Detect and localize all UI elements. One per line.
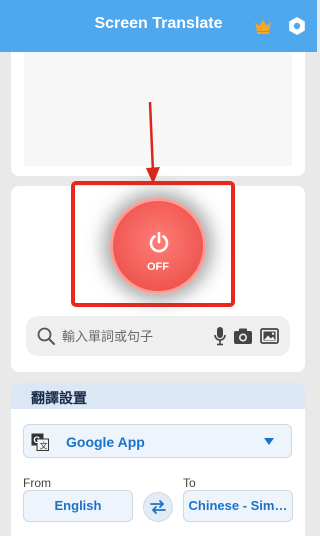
search-input[interactable] bbox=[62, 316, 230, 356]
crown-icon[interactable] bbox=[253, 17, 273, 35]
to-label: To bbox=[183, 476, 196, 490]
target-language-button[interactable]: Chinese - Sim… bbox=[183, 490, 293, 522]
power-icon bbox=[149, 231, 169, 253]
camera-icon[interactable] bbox=[233, 327, 253, 345]
settings-title: 翻譯設置 bbox=[31, 390, 87, 406]
chevron-down-icon bbox=[264, 438, 274, 445]
search-icon bbox=[37, 327, 55, 345]
swap-languages-button[interactable] bbox=[143, 492, 173, 522]
source-language-button[interactable]: English bbox=[23, 490, 133, 522]
annotation-arrow bbox=[146, 101, 160, 184]
settings-header: 翻譯設置 bbox=[11, 383, 305, 409]
search-bar bbox=[26, 316, 290, 356]
power-state-label: OFF bbox=[147, 261, 169, 273]
swap-icon bbox=[150, 500, 166, 514]
gear-icon[interactable] bbox=[287, 16, 307, 36]
image-icon[interactable] bbox=[260, 327, 280, 345]
google-translate-icon: G 文 bbox=[31, 433, 49, 451]
from-label: From bbox=[23, 476, 51, 490]
mic-icon[interactable] bbox=[213, 326, 227, 346]
translation-app-select[interactable]: G 文 Google App bbox=[23, 424, 292, 458]
svg-text:文: 文 bbox=[40, 441, 48, 451]
app-header: Screen Translate bbox=[0, 0, 317, 52]
app-name: Google App bbox=[66, 434, 145, 450]
power-toggle-button[interactable]: OFF bbox=[110, 198, 206, 294]
